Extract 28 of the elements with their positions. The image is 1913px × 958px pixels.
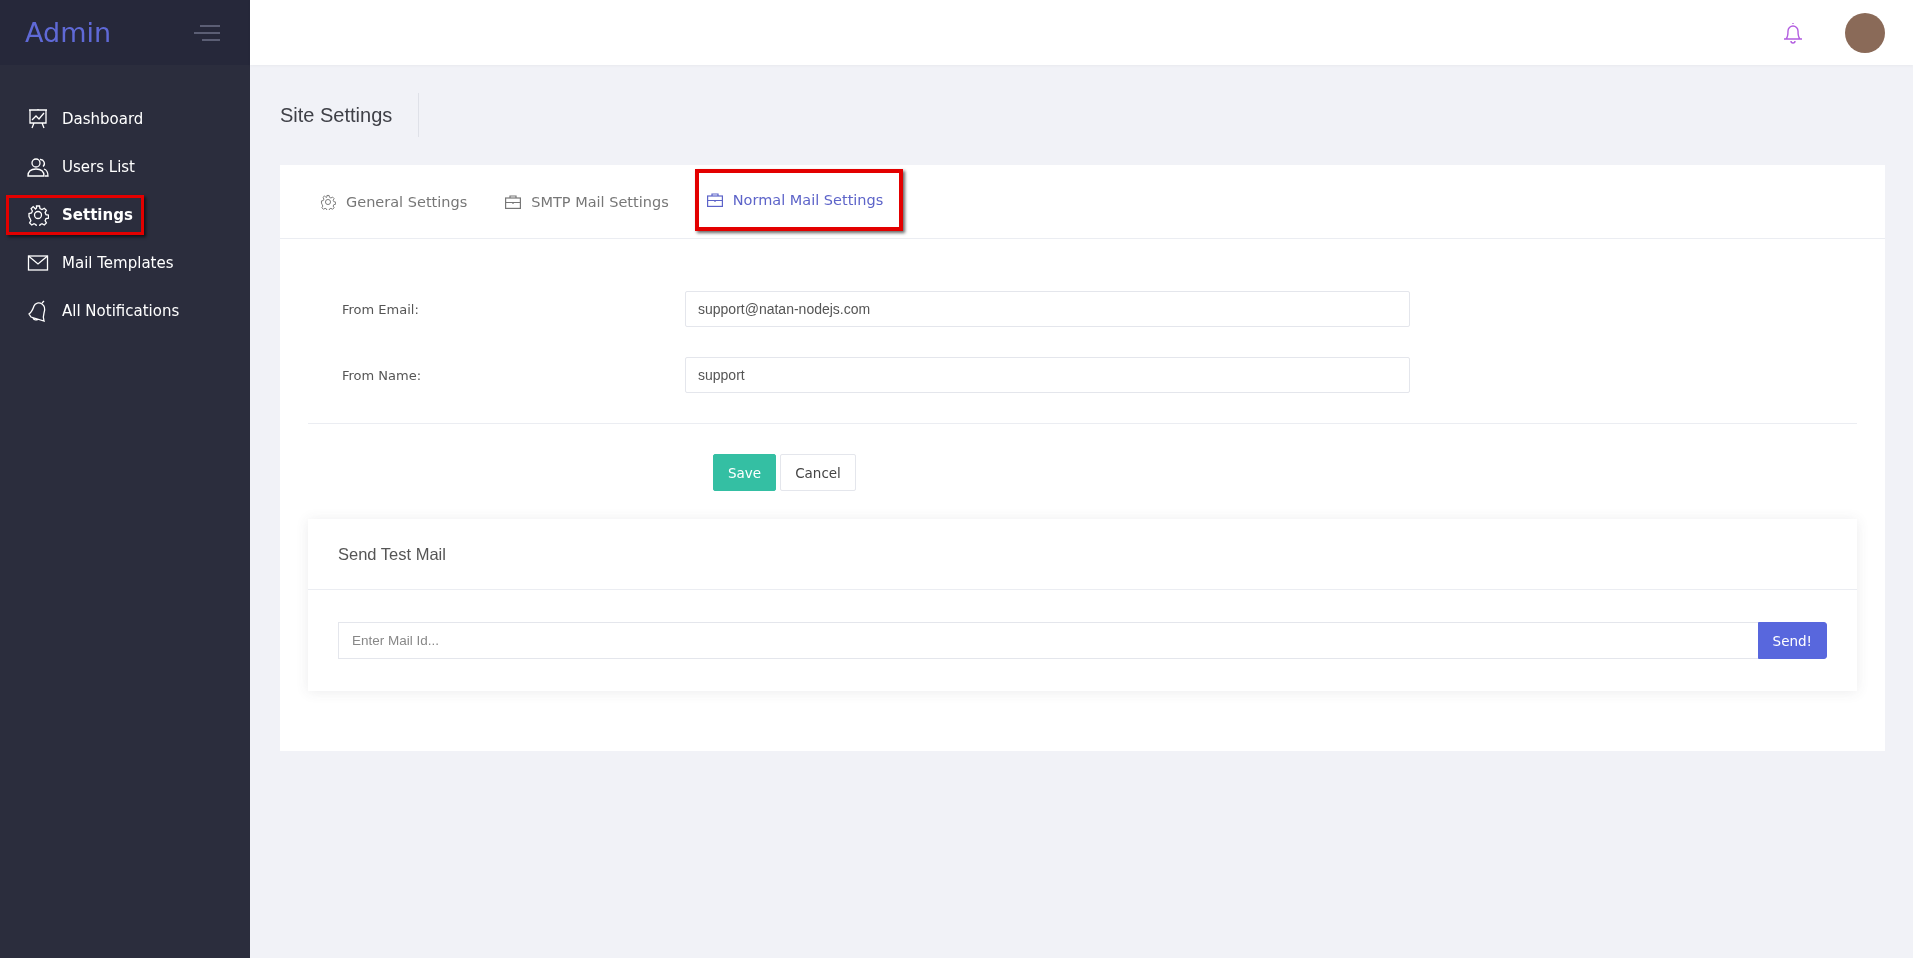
mail-id-field[interactable]: Enter Mail Id...: [338, 622, 1758, 659]
tab[interactable]: General Settings: [308, 165, 488, 239]
gear-icon: [320, 194, 336, 210]
users-icon: [27, 156, 49, 178]
gear-icon: [27, 204, 49, 226]
sidebar-item[interactable]: Dashboard: [6, 99, 155, 139]
field-label: From Email:: [341, 301, 420, 317]
sidebar-item[interactable]: Settings: [6, 195, 144, 235]
cancel-button[interactable]: Cancel: [780, 454, 856, 491]
input-field[interactable]: support@natan-nodejs.com: [685, 291, 1410, 327]
input-field[interactable]: support: [685, 357, 1410, 393]
sidebar-item[interactable]: Mail Templates: [6, 243, 185, 283]
sidebar-item[interactable]: Users List: [6, 147, 146, 187]
bell-icon[interactable]: [1783, 21, 1803, 44]
field-label: From Name:: [341, 367, 423, 383]
admin-logo: Admin: [25, 17, 112, 48]
briefcase-icon: [505, 195, 522, 209]
tab[interactable]: Normal Mail Settings: [694, 169, 904, 231]
briefcase-icon: [706, 193, 723, 207]
presentation-chart-icon: [27, 108, 49, 130]
menu-icon[interactable]: [194, 24, 220, 41]
send-button[interactable]: Send!: [1757, 622, 1827, 659]
envelope-icon: [27, 252, 49, 274]
page-title: Site Settings: [280, 93, 420, 137]
sidebar-item[interactable]: All Notifications: [6, 291, 191, 331]
card-title: Send Test Mail: [308, 519, 1857, 590]
avatar[interactable]: [1845, 12, 1885, 53]
tab[interactable]: SMTP Mail Settings: [493, 165, 689, 239]
